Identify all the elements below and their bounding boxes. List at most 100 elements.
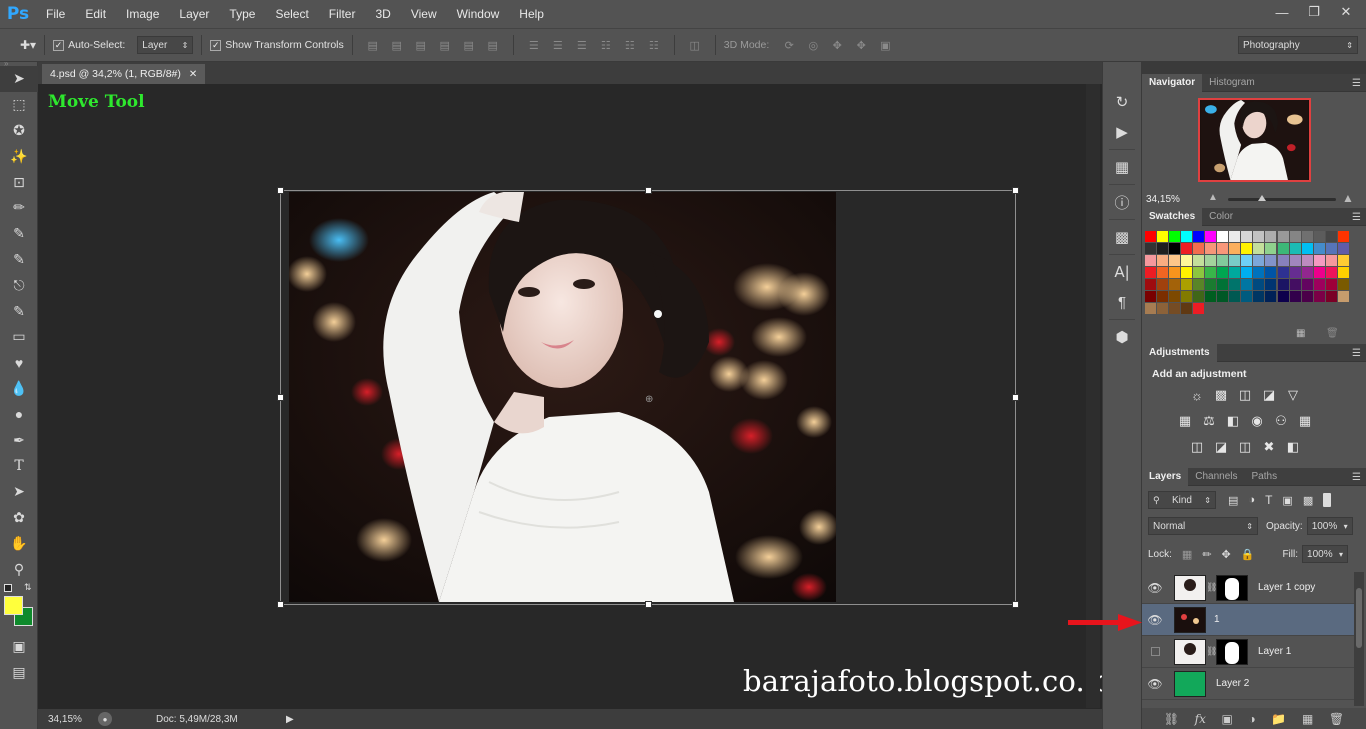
status-menu-arrow-icon[interactable]: ▶ bbox=[286, 714, 294, 725]
color-swatch[interactable] bbox=[1217, 230, 1229, 242]
filter-pixel-icon[interactable]: ▤ bbox=[1228, 494, 1238, 507]
transform-handle-bottom-left[interactable] bbox=[277, 601, 284, 608]
color-swatch[interactable] bbox=[1217, 254, 1229, 266]
menu-image[interactable]: Image bbox=[116, 0, 169, 28]
color-swatch[interactable] bbox=[1253, 230, 1265, 242]
color-swatch[interactable] bbox=[1277, 266, 1289, 278]
color-balance-icon[interactable]: ⚖ bbox=[1200, 412, 1218, 430]
color-swatch[interactable] bbox=[1156, 230, 1168, 242]
clone-source-icon[interactable]: ▩ bbox=[1103, 223, 1141, 251]
dodge-tool-icon[interactable]: ● bbox=[0, 401, 38, 427]
color-swatch[interactable] bbox=[1265, 230, 1277, 242]
align-bottom-icon[interactable]: ▤ bbox=[414, 38, 428, 52]
color-swatch[interactable] bbox=[1325, 254, 1337, 266]
layer-row-1[interactable]: 👁 1 bbox=[1142, 604, 1354, 636]
history-icon[interactable]: ↻ bbox=[1103, 88, 1141, 116]
color-swatch[interactable] bbox=[1289, 266, 1301, 278]
color-swatch[interactable] bbox=[1229, 230, 1241, 242]
hand-tool-icon[interactable]: ✋ bbox=[0, 530, 38, 556]
color-swatch[interactable] bbox=[1156, 242, 1168, 254]
color-swatch[interactable] bbox=[1325, 230, 1337, 242]
3d-cube-icon[interactable]: ⬢ bbox=[1103, 323, 1141, 351]
color-swatch[interactable] bbox=[1192, 290, 1204, 302]
blur-tool-icon[interactable]: 💧 bbox=[0, 376, 38, 402]
color-swatch[interactable] bbox=[1192, 278, 1204, 290]
black-white-icon[interactable]: ◧ bbox=[1224, 412, 1242, 430]
color-swatch[interactable] bbox=[1168, 302, 1180, 314]
color-swatch[interactable] bbox=[1192, 302, 1204, 314]
panel-menu-icon[interactable]: ☰ bbox=[1352, 212, 1361, 223]
color-swatch[interactable] bbox=[1229, 290, 1241, 302]
zoom-out-icon[interactable]: ▲ bbox=[1208, 192, 1218, 203]
zoom-in-icon[interactable]: ▲ bbox=[1342, 191, 1354, 205]
tab-navigator[interactable]: Navigator bbox=[1142, 73, 1203, 92]
color-swatch[interactable] bbox=[1180, 242, 1192, 254]
color-swatch[interactable] bbox=[1325, 266, 1337, 278]
new-layer-icon[interactable]: ▦ bbox=[1302, 712, 1313, 726]
color-swatch[interactable] bbox=[1204, 242, 1216, 254]
fill-field[interactable]: 100% ▾ bbox=[1302, 545, 1349, 563]
quick-mask-icon[interactable]: ▣ bbox=[0, 634, 38, 660]
color-swatch[interactable] bbox=[1144, 302, 1156, 314]
opacity-field[interactable]: 100% ▾ bbox=[1306, 517, 1353, 535]
paragraph-icon[interactable]: ¶ bbox=[1103, 288, 1141, 316]
menu-select[interactable]: Select bbox=[265, 0, 318, 28]
auto-select-target-dropdown[interactable]: Layer ⇕ bbox=[137, 36, 194, 54]
layer-visibility-off-icon[interactable] bbox=[1142, 647, 1168, 656]
align-vcenter-icon[interactable]: ▤ bbox=[390, 38, 404, 52]
align-left-icon[interactable]: ▤ bbox=[438, 38, 452, 52]
color-swatch[interactable] bbox=[1229, 242, 1241, 254]
menu-type[interactable]: Type bbox=[219, 0, 265, 28]
color-swatch[interactable] bbox=[1144, 242, 1156, 254]
new-swatch-icon[interactable]: ▦ bbox=[1296, 328, 1305, 339]
character-icon[interactable]: A| bbox=[1103, 258, 1141, 286]
color-swatch[interactable] bbox=[1229, 254, 1241, 266]
color-swatch[interactable] bbox=[1241, 254, 1253, 266]
transform-handle-bottom-right[interactable] bbox=[1012, 601, 1019, 608]
color-swatch[interactable] bbox=[1156, 290, 1168, 302]
panel-menu-icon[interactable]: ☰ bbox=[1352, 348, 1361, 359]
color-swatch[interactable] bbox=[1156, 278, 1168, 290]
color-swatch[interactable] bbox=[1217, 242, 1229, 254]
transform-handle-middle-left[interactable] bbox=[277, 394, 284, 401]
close-icon[interactable]: ✕ bbox=[1332, 3, 1360, 21]
color-swatch[interactable] bbox=[1192, 254, 1204, 266]
link-layers-icon[interactable]: ⛓ bbox=[1164, 712, 1179, 726]
channel-mixer-icon[interactable]: ⚇ bbox=[1272, 412, 1290, 430]
workspace-dropdown[interactable]: Photography ⇕ bbox=[1238, 36, 1358, 54]
curves-icon[interactable]: ◫ bbox=[1236, 386, 1254, 404]
custom-shape-tool-icon[interactable]: ✿ bbox=[0, 505, 38, 531]
layer-style-fx-icon[interactable]: fx bbox=[1195, 712, 1206, 726]
zoom-slider-knob[interactable] bbox=[1258, 195, 1266, 201]
color-swatch[interactable] bbox=[1313, 278, 1325, 290]
color-swatch[interactable] bbox=[1241, 290, 1253, 302]
color-swatch[interactable] bbox=[1325, 290, 1337, 302]
menu-file[interactable]: File bbox=[36, 0, 75, 28]
color-swatch[interactable] bbox=[1301, 278, 1313, 290]
color-swatch[interactable] bbox=[1180, 254, 1192, 266]
color-swatch[interactable] bbox=[1277, 278, 1289, 290]
restore-icon[interactable]: ❐ bbox=[1300, 3, 1328, 21]
brightness-contrast-icon[interactable]: ☼ bbox=[1188, 386, 1206, 404]
color-swatch[interactable] bbox=[1253, 290, 1265, 302]
color-swatch[interactable] bbox=[1265, 266, 1277, 278]
color-swatch[interactable] bbox=[1325, 278, 1337, 290]
tab-swatches[interactable]: Swatches bbox=[1142, 207, 1203, 226]
color-swatch[interactable] bbox=[1241, 242, 1253, 254]
color-swatch[interactable] bbox=[1217, 266, 1229, 278]
selective-color-icon[interactable]: ✖ bbox=[1260, 438, 1278, 456]
color-swatch[interactable] bbox=[1144, 230, 1156, 242]
delete-swatch-icon[interactable]: 🗑 bbox=[1326, 328, 1339, 339]
hue-saturation-icon[interactable]: ▦ bbox=[1176, 412, 1194, 430]
actions-play-icon[interactable]: ▶ bbox=[1103, 118, 1141, 146]
minimize-icon[interactable]: — bbox=[1268, 3, 1296, 21]
navigator-zoom-slider[interactable] bbox=[1228, 195, 1336, 201]
color-swatch[interactable] bbox=[1338, 266, 1349, 278]
color-swatch[interactable] bbox=[1156, 266, 1168, 278]
color-swatch[interactable] bbox=[1338, 242, 1349, 254]
color-swatch[interactable] bbox=[1192, 242, 1204, 254]
color-swatch[interactable] bbox=[1241, 266, 1253, 278]
levels-icon[interactable]: ▩ bbox=[1212, 386, 1230, 404]
pen-tool-icon[interactable]: ✒ bbox=[0, 427, 38, 453]
color-swatch[interactable] bbox=[1289, 254, 1301, 266]
